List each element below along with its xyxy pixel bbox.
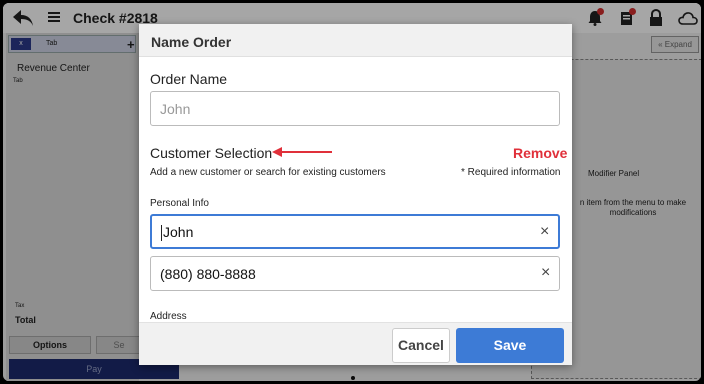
remove-customer-button[interactable]: Remove xyxy=(513,145,567,161)
customer-selection-label: Customer Selection xyxy=(150,145,273,161)
order-name-placeholder: John xyxy=(160,101,191,117)
save-button[interactable]: Save xyxy=(456,328,564,363)
customer-phone-value: (880) 880-8888 xyxy=(160,266,256,282)
order-name-input[interactable]: John xyxy=(150,91,560,126)
app-frame: Check #2818 x Tab + Revenue Center Tab T… xyxy=(1,1,703,383)
dialog-footer: Cancel Save xyxy=(139,322,572,365)
clear-phone-icon[interactable]: × xyxy=(541,264,550,282)
dialog-header: Name Order xyxy=(139,24,572,57)
customer-phone-input[interactable]: (880) 880-8888 × xyxy=(150,256,560,291)
clear-name-icon[interactable]: × xyxy=(540,223,549,241)
customer-helper-text: Add a new customer or search for existin… xyxy=(150,167,386,178)
order-name-label: Order Name xyxy=(150,71,228,87)
arrow-annotation-icon xyxy=(272,147,332,157)
address-label: Address xyxy=(150,311,187,322)
personal-info-label: Personal Info xyxy=(150,198,209,209)
customer-name-input[interactable]: John × xyxy=(150,214,560,249)
cancel-button[interactable]: Cancel xyxy=(392,328,450,363)
required-info-text: * Required information xyxy=(461,167,561,178)
customer-name-value: John xyxy=(161,224,194,242)
name-order-dialog: Name Order Order Name John Customer Sele… xyxy=(139,24,572,365)
dialog-title: Name Order xyxy=(151,34,232,50)
